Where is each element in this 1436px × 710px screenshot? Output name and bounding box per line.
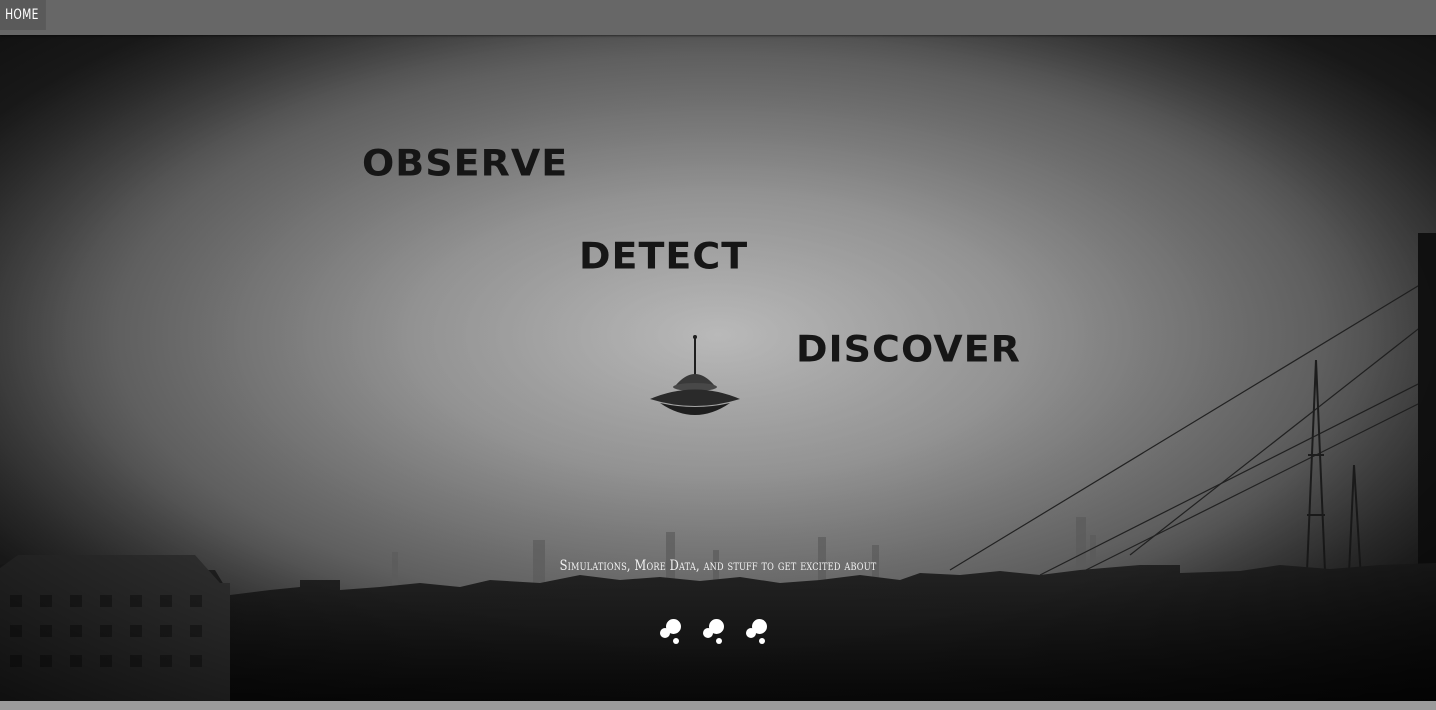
dots-cluster-icon[interactable] bbox=[655, 613, 687, 647]
skyline-background bbox=[0, 35, 1436, 701]
bottom-bar bbox=[0, 701, 1436, 710]
word-observe: OBSERVE bbox=[362, 142, 569, 184]
hero-subtitle: Simulations, More Data, and stuff to get… bbox=[559, 558, 877, 574]
dot bbox=[673, 638, 679, 644]
dot bbox=[759, 638, 765, 644]
dots-cluster-icon[interactable] bbox=[698, 613, 730, 647]
word-detect: DETECT bbox=[579, 235, 749, 277]
dot bbox=[660, 628, 670, 638]
top-nav-bar: HOME bbox=[0, 0, 1436, 35]
word-discover: DISCOVER bbox=[796, 328, 1021, 370]
dot bbox=[716, 638, 722, 644]
dots-cluster-icon[interactable] bbox=[741, 613, 773, 647]
home-link[interactable]: HOME bbox=[0, 0, 47, 30]
dot bbox=[703, 628, 713, 638]
hero-section: OBSERVE DETECT DISCOVER Simulations, Mor… bbox=[0, 35, 1436, 701]
section-nav-dots bbox=[655, 613, 780, 649]
dot bbox=[746, 628, 756, 638]
